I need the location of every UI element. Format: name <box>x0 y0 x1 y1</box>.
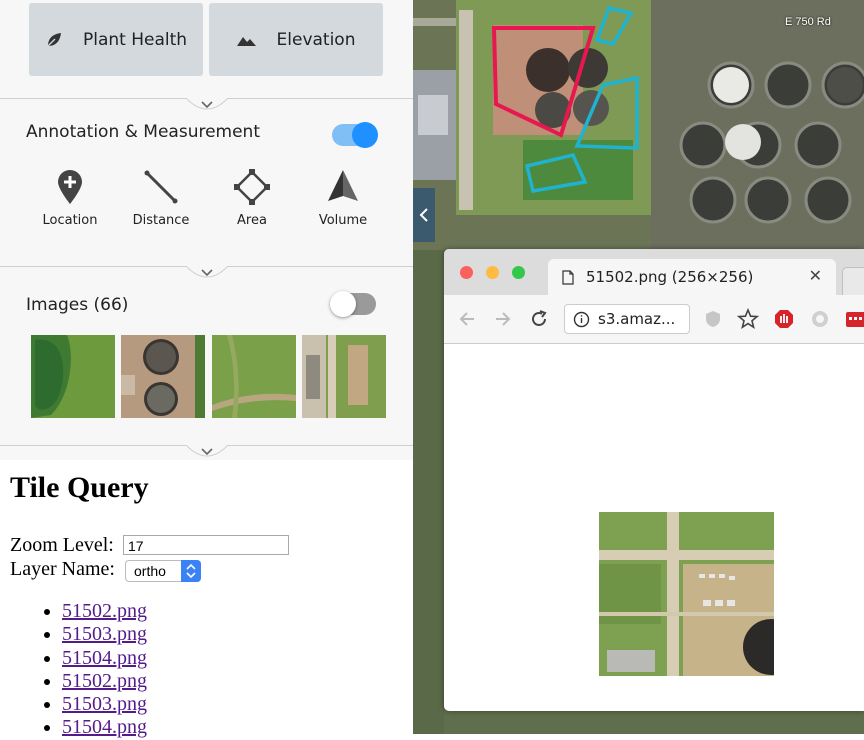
mountain-icon <box>236 36 256 46</box>
distance-ruler-icon <box>144 170 178 204</box>
document-icon <box>562 270 574 285</box>
list-item: 51502.png <box>62 600 147 623</box>
image-thumbnail[interactable] <box>121 335 205 418</box>
layer-name-label: Layer Name: <box>10 558 115 580</box>
leaf-icon <box>47 32 61 46</box>
new-tab-button[interactable] <box>842 267 864 297</box>
close-tab-icon[interactable]: ✕ <box>809 266 822 285</box>
tile-link[interactable]: 51503.png <box>62 623 147 645</box>
tool-location[interactable]: Location <box>28 165 112 228</box>
bookmark-star-icon[interactable] <box>737 308 759 330</box>
browser-window: 51502.png (256×256) ✕ s3.amaz... <box>444 249 864 711</box>
tool-area[interactable]: Area <box>210 165 294 228</box>
tool-distance[interactable]: Distance <box>119 165 203 228</box>
tile-image <box>599 512 774 676</box>
tool-distance-label: Distance <box>132 213 190 228</box>
close-window-button[interactable] <box>460 266 473 279</box>
elevation-label: Elevation <box>276 29 356 50</box>
tool-volume-label: Volume <box>318 213 368 228</box>
tile-query-title: Tile Query <box>10 471 149 504</box>
browser-tab[interactable]: 51502.png (256×256) ✕ <box>548 259 836 295</box>
info-icon <box>573 311 590 328</box>
layer-name-select[interactable]: ortho <box>125 560 201 582</box>
image-thumbnail[interactable] <box>31 335 115 418</box>
tab-title: 51502.png (256×256) <box>586 268 754 286</box>
zoom-level-input[interactable]: 17 <box>123 535 289 555</box>
tile-link[interactable]: 51502.png <box>62 670 147 692</box>
chevron-down-icon[interactable] <box>186 98 228 114</box>
location-pin-icon <box>58 170 82 204</box>
chevron-down-icon[interactable] <box>186 445 228 461</box>
annotation-title: Annotation & Measurement <box>26 122 260 142</box>
shield-extension-icon[interactable] <box>702 308 724 330</box>
browser-titlebar: 51502.png (256×256) ✕ <box>444 249 864 297</box>
layer-name-value: ortho <box>134 563 166 579</box>
tile-link[interactable]: 51504.png <box>62 716 147 738</box>
road-label: E 750 Rd <box>785 16 831 28</box>
volume-cone-icon <box>328 170 358 201</box>
tile-link[interactable]: 51503.png <box>62 693 147 715</box>
annotation-toggle[interactable] <box>332 122 378 148</box>
area-polygon-icon <box>234 169 270 205</box>
address-bar[interactable]: s3.amaz... <box>564 304 690 334</box>
back-arrow-icon[interactable] <box>456 308 478 330</box>
reload-icon[interactable] <box>528 308 550 330</box>
plant-health-button[interactable]: Plant Health <box>29 3 203 76</box>
chevron-left-icon <box>419 208 428 222</box>
zoom-level-label: Zoom Level: <box>10 534 114 556</box>
images-title: Images (66) <box>26 295 129 315</box>
extension-red-icon[interactable] <box>844 308 864 330</box>
tile-list: 51502.png 51503.png 51504.png 51502.png … <box>22 600 147 740</box>
list-item: 51503.png <box>62 623 147 646</box>
browser-toolbar: s3.amaz... <box>444 295 864 344</box>
list-item: 51503.png <box>62 693 147 716</box>
url-text: s3.amaz... <box>598 310 676 328</box>
tool-volume[interactable]: Volume <box>301 165 385 228</box>
tool-area-label: Area <box>237 213 267 228</box>
tool-location-label: Location <box>42 213 98 228</box>
list-item: 51504.png <box>62 716 147 739</box>
tile-link[interactable]: 51502.png <box>62 600 147 622</box>
minimize-window-button[interactable] <box>486 266 499 279</box>
elevation-button[interactable]: Elevation <box>209 3 383 76</box>
tile-link[interactable]: 51504.png <box>62 647 147 669</box>
chevron-down-icon[interactable] <box>186 266 228 282</box>
toggle-knob <box>352 122 378 148</box>
select-arrows-icon <box>181 560 201 582</box>
mode-buttons: Plant Health Elevation <box>0 0 413 98</box>
list-item: 51504.png <box>62 647 147 670</box>
images-toggle[interactable] <box>330 291 376 317</box>
extension-icon[interactable] <box>809 308 831 330</box>
panel-collapse-button[interactable] <box>413 188 435 242</box>
image-thumbnail[interactable] <box>212 335 296 418</box>
image-thumbnail[interactable] <box>302 335 386 418</box>
plant-health-label: Plant Health <box>82 29 188 50</box>
maximize-window-button[interactable] <box>512 266 525 279</box>
forward-arrow-icon[interactable] <box>492 308 514 330</box>
list-item: 51502.png <box>62 670 147 693</box>
adblock-icon[interactable] <box>773 308 795 330</box>
toggle-knob <box>330 291 356 317</box>
